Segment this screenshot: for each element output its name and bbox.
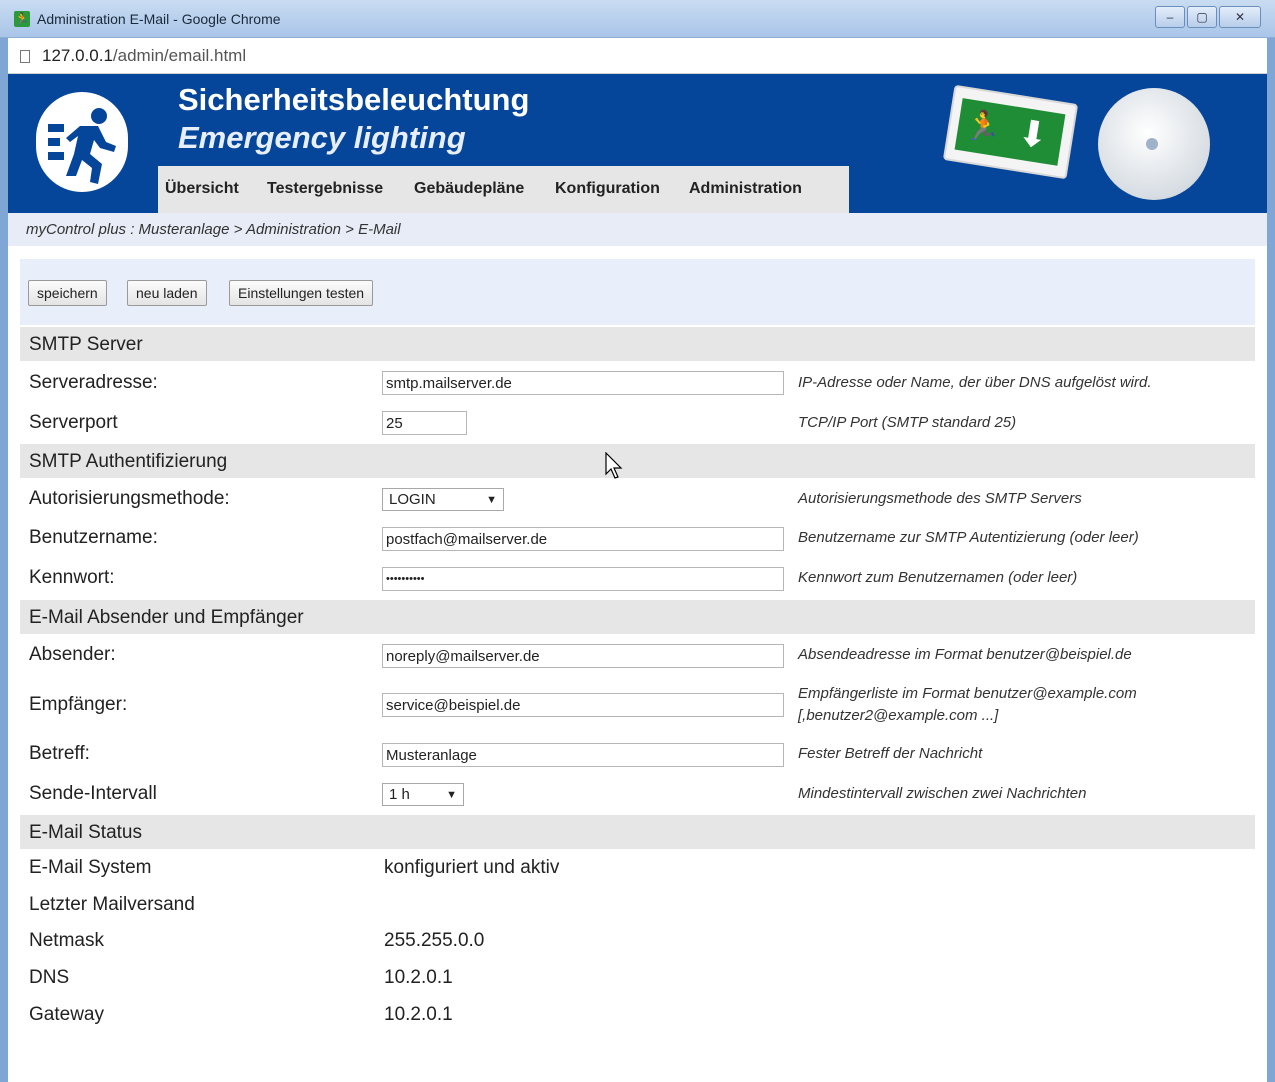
emergency-exit-logo-icon: [36, 92, 128, 192]
maximize-icon[interactable]: ▢: [1187, 6, 1217, 28]
section-heading: E-Mail Absender und Empfänger: [29, 607, 304, 628]
status-label-netmask: Netmask: [29, 930, 104, 951]
recipient-label: Empfänger:: [29, 694, 128, 715]
send-interval-label: Sende-Intervall: [29, 783, 157, 804]
exit-sign-image: 🏃 ⬇: [942, 84, 1079, 180]
username-label: Benutzername:: [29, 527, 158, 548]
auth-method-label: Autorisierungsmethode:: [29, 488, 230, 509]
server-address-input[interactable]: [382, 371, 784, 395]
minimize-icon[interactable]: –: [1155, 6, 1185, 28]
window-title: Administration E-Mail - Google Chrome: [37, 11, 281, 27]
auth-method-select[interactable]: LOGIN ▼: [382, 488, 504, 511]
menu-item-uebersicht[interactable]: Übersicht: [165, 180, 239, 198]
server-address-help: IP-Adresse oder Name, der über DNS aufge…: [798, 374, 1152, 391]
header-banner: Sicherheitsbeleuchtung Emergency lightin…: [8, 74, 1267, 213]
auth-method-value: LOGIN: [389, 491, 436, 508]
menu-item-administration[interactable]: Administration: [689, 180, 802, 198]
section-email-status: E-Mail Status: [20, 815, 1255, 849]
arrow-down-icon: ⬇: [1014, 111, 1052, 157]
test-settings-button[interactable]: Einstellungen testen: [229, 280, 374, 306]
sender-label: Absender:: [29, 644, 116, 665]
action-toolbar: speichern neu laden Einstellungen testen: [20, 259, 1255, 325]
section-email-sender-recipient: E-Mail Absender und Empfänger: [20, 600, 1255, 634]
recipient-input[interactable]: [382, 693, 784, 717]
status-value-email-system: konfiguriert und aktiv: [384, 857, 560, 878]
brand-title-en: Emergency lighting: [178, 120, 466, 155]
username-help: Benutzername zur SMTP Autentizierung (od…: [798, 529, 1139, 546]
dropdown-arrow-icon: ▼: [446, 789, 457, 801]
running-man-icon: 🏃: [962, 107, 1005, 147]
subject-help: Fester Betreff der Nachricht: [798, 745, 983, 762]
reload-button[interactable]: neu laden: [127, 280, 207, 306]
auth-method-help: Autorisierungsmethode des SMTP Servers: [798, 490, 1082, 507]
section-heading: SMTP Server: [29, 334, 143, 355]
status-label-email-system: E-Mail System: [29, 857, 152, 878]
menu-item-konfiguration[interactable]: Konfiguration: [555, 180, 660, 198]
status-label-gateway: Gateway: [29, 1004, 104, 1025]
username-input[interactable]: [382, 527, 784, 551]
password-label: Kennwort:: [29, 567, 115, 588]
sender-help: Absendeadresse im Format benutzer@beispi…: [798, 646, 1132, 663]
ceiling-light-image: [1098, 88, 1210, 200]
password-input[interactable]: [382, 567, 784, 591]
mouse-cursor-icon: [605, 452, 623, 479]
server-port-label: Serverport: [29, 412, 118, 433]
send-interval-select[interactable]: 1 h ▼: [382, 783, 464, 806]
recipient-help-line1: Empfängerliste im Format benutzer@exampl…: [798, 685, 1137, 702]
title-bar: 🏃 Administration E-Mail - Google Chrome …: [0, 0, 1275, 38]
address-bar[interactable]: 127.0.0.1/admin/email.html: [8, 38, 1267, 74]
section-smtp-auth: SMTP Authentifizierung: [20, 444, 1255, 478]
light-sensor-icon: [1146, 138, 1158, 150]
save-button[interactable]: speichern: [28, 280, 107, 306]
menu-item-gebaeudeplaene[interactable]: Gebäudepläne: [414, 180, 524, 198]
server-port-input[interactable]: [382, 411, 467, 435]
status-value-netmask: 255.255.0.0: [384, 930, 485, 951]
send-interval-help: Mindestintervall zwischen zwei Nachricht…: [798, 785, 1087, 802]
subject-input[interactable]: [382, 743, 784, 767]
breadcrumb-text: myControl plus : Musteranlage > Administ…: [26, 221, 401, 238]
app-running-man-icon: 🏃: [14, 11, 30, 27]
section-heading: SMTP Authentifizierung: [29, 451, 228, 472]
window-controls: – ▢ ✕: [1155, 6, 1261, 28]
brand-title-de: Sicherheitsbeleuchtung: [178, 82, 530, 117]
recipient-help-line2: [,benutzer2@example.com ...]: [798, 707, 999, 724]
status-label-dns: DNS: [29, 967, 70, 988]
dropdown-arrow-icon: ▼: [486, 494, 497, 506]
subject-label: Betreff:: [29, 743, 90, 764]
server-address-label: Serveradresse:: [29, 372, 158, 393]
main-menu: Übersicht Testergebnisse Gebäudepläne Ko…: [158, 166, 849, 213]
sender-input[interactable]: [382, 644, 784, 668]
url-text[interactable]: 127.0.0.1/admin/email.html: [42, 46, 246, 66]
status-label-last-mail: Letzter Mailversand: [29, 894, 195, 915]
status-value-dns: 10.2.0.1: [384, 967, 453, 988]
page-icon: [20, 50, 30, 63]
send-interval-value: 1 h: [389, 786, 410, 803]
section-heading: E-Mail Status: [29, 822, 142, 843]
close-icon[interactable]: ✕: [1219, 6, 1261, 28]
menu-item-testergebnisse[interactable]: Testergebnisse: [267, 180, 383, 198]
password-help: Kennwort zum Benutzernamen (oder leer): [798, 569, 1078, 586]
breadcrumb: myControl plus : Musteranlage > Administ…: [8, 213, 1267, 246]
url-path: /admin/email.html: [112, 46, 247, 65]
url-host: 127.0.0.1: [42, 46, 113, 65]
section-smtp-server: SMTP Server: [20, 327, 1255, 361]
recipient-help: Empfängerliste im Format benutzer@exampl…: [798, 683, 1137, 727]
server-port-help: TCP/IP Port (SMTP standard 25): [798, 414, 1017, 431]
status-value-gateway: 10.2.0.1: [384, 1004, 453, 1025]
exit-sign-green-panel: 🏃 ⬇: [954, 98, 1066, 166]
